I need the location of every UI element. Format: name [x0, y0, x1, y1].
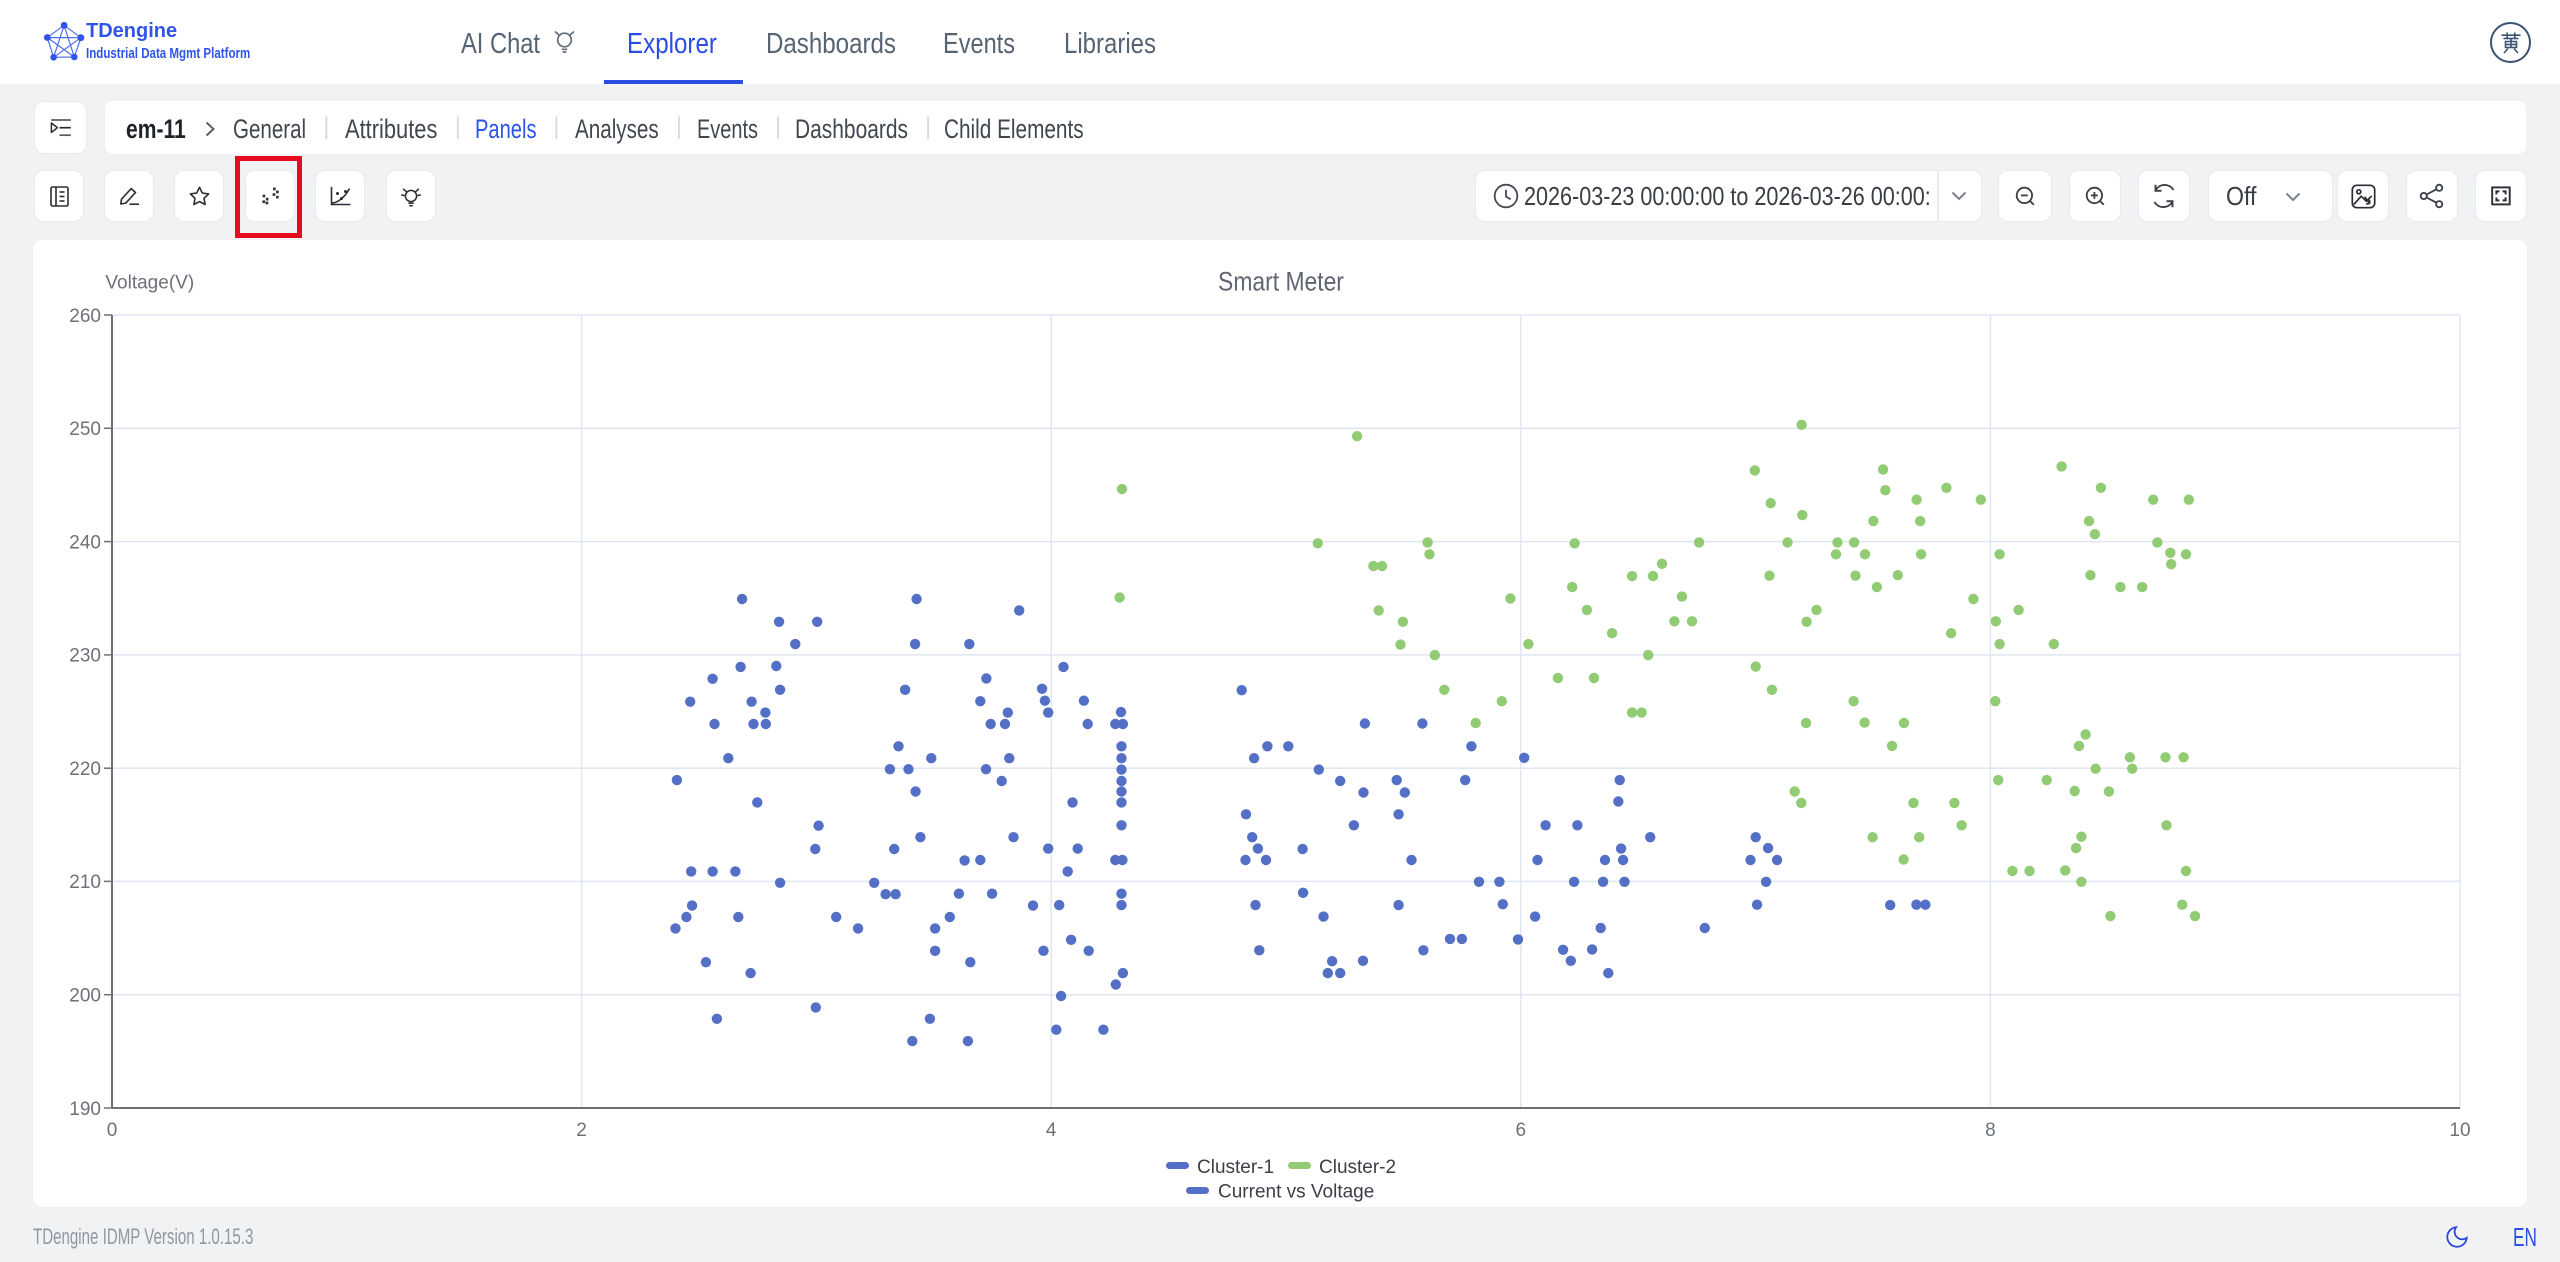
svg-text:210: 210 — [69, 872, 101, 893]
svg-text:10: 10 — [2449, 1120, 2470, 1141]
svg-text:0: 0 — [107, 1120, 118, 1141]
svg-text:Cluster-2: Cluster-2 — [1319, 1157, 1396, 1178]
svg-text:190: 190 — [69, 1099, 101, 1120]
svg-text:230: 230 — [69, 646, 101, 667]
svg-text:Cluster-1: Cluster-1 — [1197, 1157, 1274, 1178]
svg-text:Current vs Voltage: Current vs Voltage — [1218, 1182, 1374, 1203]
svg-text:6: 6 — [1516, 1120, 1527, 1141]
svg-text:Smart Meter: Smart Meter — [1218, 267, 1344, 297]
svg-text:250: 250 — [69, 419, 101, 440]
svg-text:4: 4 — [1046, 1120, 1057, 1141]
svg-text:220: 220 — [69, 759, 101, 780]
svg-text:200: 200 — [69, 986, 101, 1007]
svg-text:2: 2 — [576, 1120, 587, 1141]
svg-text:Voltage(V): Voltage(V) — [105, 273, 194, 294]
svg-text:8: 8 — [1985, 1120, 1996, 1141]
svg-text:240: 240 — [69, 532, 101, 553]
svg-text:260: 260 — [69, 306, 101, 327]
